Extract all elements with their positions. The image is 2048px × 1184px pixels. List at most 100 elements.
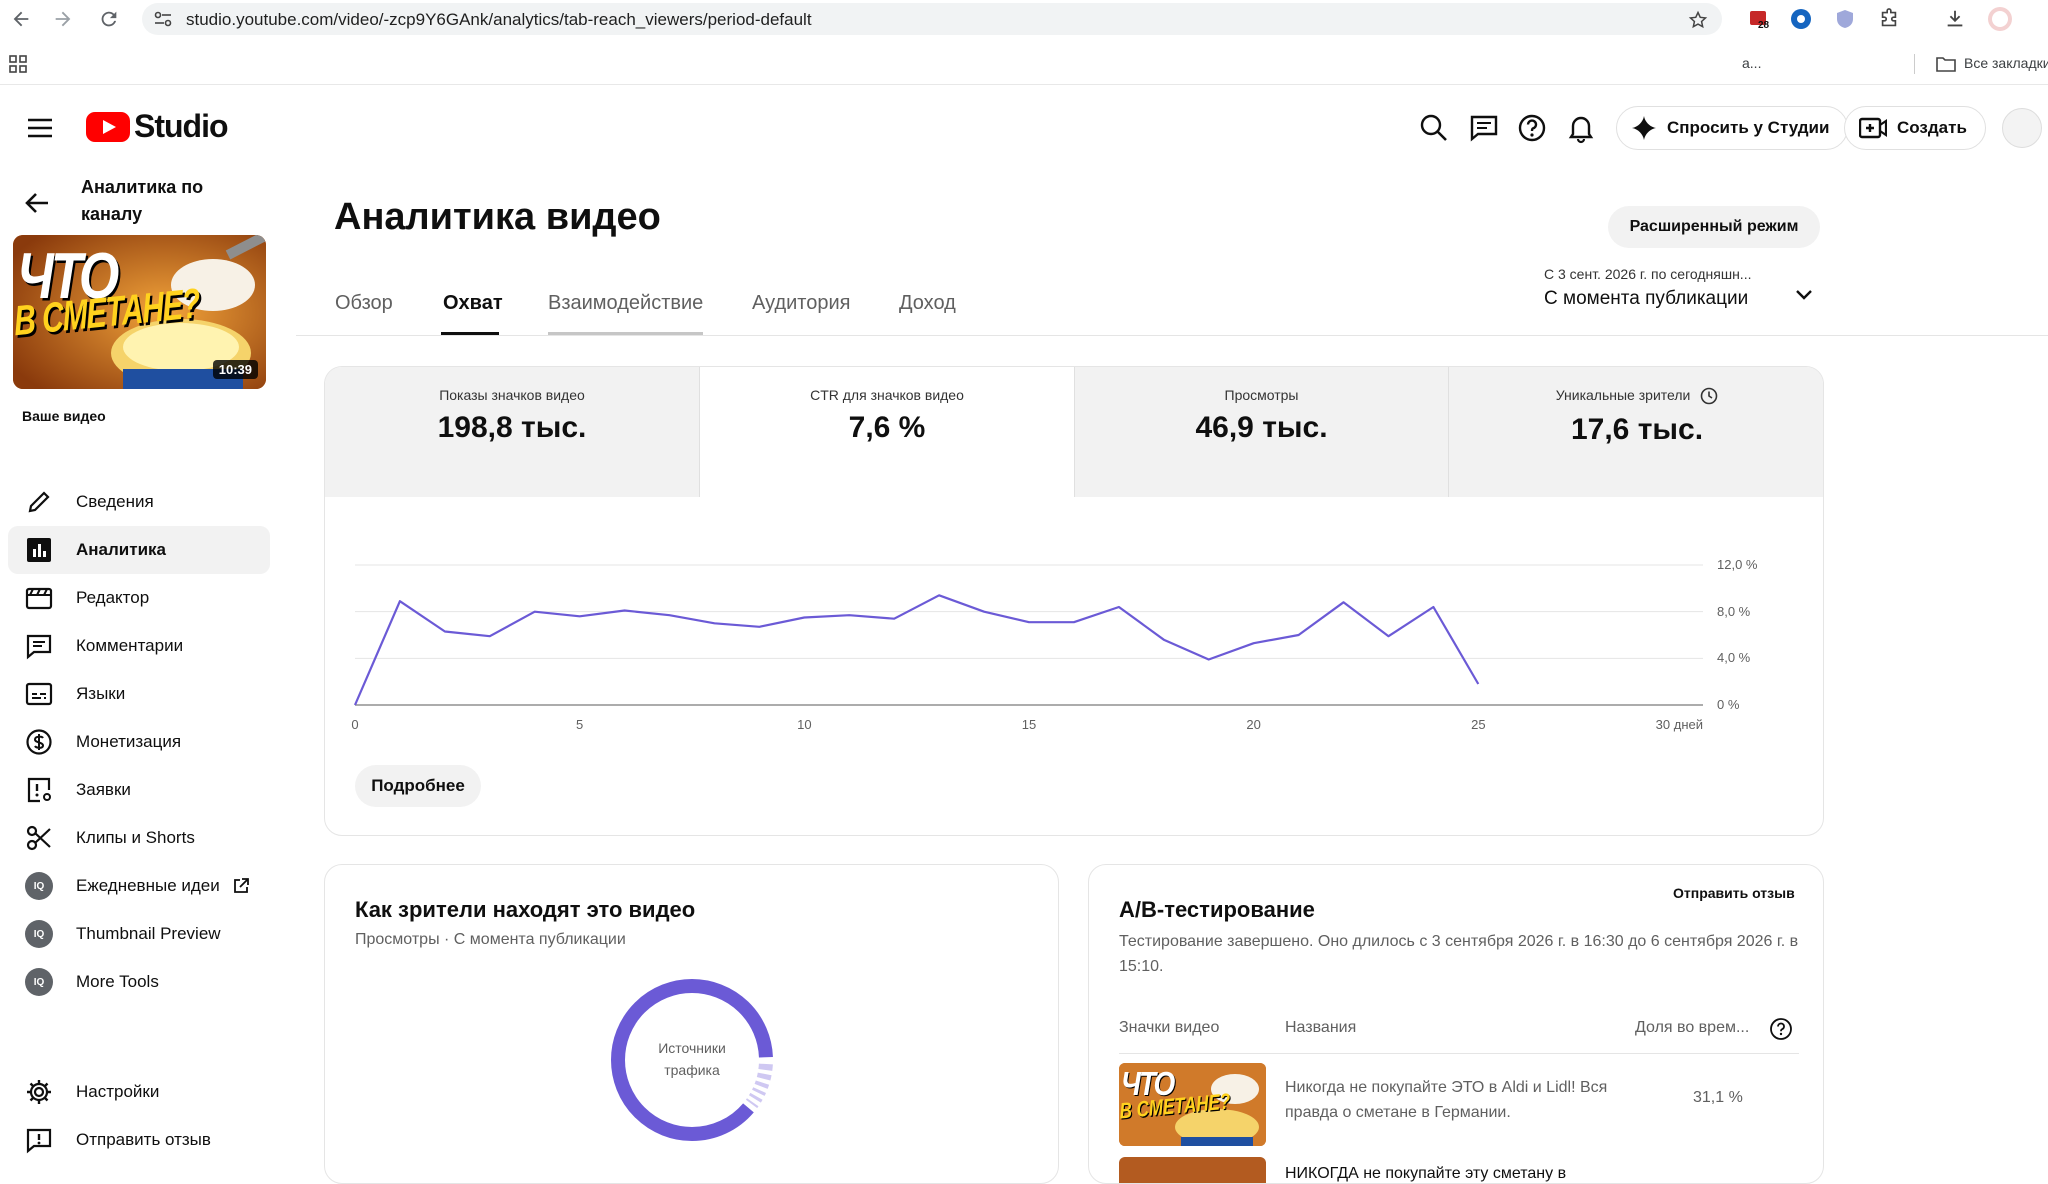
donut-center-label: Источники трафика — [658, 1040, 726, 1078]
col-header-share[interactable]: Доля во врем... — [1635, 1019, 1749, 1037]
traffic-subtitle: Просмотры · С момента публикации — [355, 931, 626, 948]
table-row[interactable]: ЧТО В СМЕТАНЕ? Никогда не покупайте ЭТО … — [1119, 1063, 1799, 1147]
messages-icon[interactable] — [1468, 112, 1500, 144]
notifications-bell-icon[interactable] — [1565, 112, 1597, 144]
page-title: Аналитика видео — [334, 196, 661, 238]
all-bookmarks-link[interactable]: Все закладки — [1964, 55, 2048, 71]
back-to-channel-icon[interactable] — [22, 188, 52, 218]
extension-badge-text: IQ — [25, 872, 53, 900]
sidebar-item-details[interactable]: Сведения — [8, 478, 270, 526]
y-tick-label: 0 % — [1717, 697, 1740, 712]
extension-badge-count: 28 — [1758, 20, 1770, 31]
extension-icon[interactable] — [1790, 8, 1812, 30]
extension-badge-icon: IQ — [24, 871, 54, 901]
help-icon[interactable] — [1769, 1017, 1793, 1041]
studio-logo-text: Studio — [134, 108, 229, 144]
url-text: studio.youtube.com/video/-zcp9Y6GAnk/ana… — [186, 10, 812, 29]
analytics-icon — [24, 535, 54, 565]
sidebar-item-more-tools[interactable]: IQ More Tools — [8, 958, 270, 1006]
sidebar-item-label: Языки — [76, 684, 126, 703]
variant-title: Никогда не покупайте ЭТО в Aldi и Lidl! … — [1285, 1079, 1608, 1121]
help-icon[interactable] — [1516, 112, 1548, 144]
apps-grid-icon[interactable] — [8, 54, 28, 74]
table-row[interactable]: НИКОГДА не покупайте эту сметану в — [1119, 1157, 1799, 1183]
sidebar-item-thumbnail-preview[interactable]: IQ Thumbnail Preview — [8, 910, 270, 958]
folder-icon — [1936, 55, 1956, 73]
studio-header: Studio Спросить у Студии Создать — [0, 88, 2048, 168]
tab-revenue[interactable]: Доход — [899, 292, 956, 315]
more-details-button[interactable]: Подробнее — [355, 765, 481, 807]
y-tick-label: 8,0 % — [1717, 603, 1751, 619]
tab-reach[interactable]: Охват — [443, 292, 503, 315]
tab-engagement[interactable]: Взаимодействие — [548, 292, 703, 315]
tab-audience[interactable]: Аудитория — [752, 292, 850, 315]
advanced-mode-button[interactable]: Расширенный режим — [1608, 206, 1820, 248]
sidebar-item-label: Thumbnail Preview — [76, 924, 221, 943]
account-avatar[interactable] — [2002, 108, 2042, 148]
site-settings-icon[interactable] — [154, 11, 172, 27]
sidebar-item-label: Отправить отзыв — [76, 1130, 211, 1149]
sidebar-item-label: Комментарии — [76, 636, 184, 655]
extension-badge-icon: IQ — [24, 967, 54, 997]
studio-logo[interactable]: Studio — [86, 108, 229, 145]
reload-icon[interactable] — [98, 8, 120, 30]
scissors-icon — [24, 823, 54, 853]
bookmark-item[interactable]: а... — [1742, 55, 1761, 71]
x-tick-label: 30 дней — [1655, 717, 1703, 732]
youtube-logo-icon — [86, 111, 130, 142]
bookmark-star-icon[interactable] — [1688, 10, 1708, 30]
address-bar[interactable]: studio.youtube.com/video/-zcp9Y6GAnk/ana… — [142, 3, 1722, 35]
x-tick-label: 25 — [1471, 717, 1486, 732]
x-tick-label: 10 — [797, 717, 812, 732]
sidebar-item-daily-ideas[interactable]: IQ Ежедневные идеи — [8, 862, 270, 910]
ask-studio-button[interactable]: Спросить у Студии — [1616, 106, 1849, 150]
sidebar-item-languages[interactable]: Языки — [8, 670, 270, 718]
period-selector[interactable]: С 3 сент. 2026 г. по сегодняшн... С моме… — [1544, 266, 1814, 316]
create-video-icon — [1859, 117, 1887, 139]
profile-avatar[interactable] — [1986, 5, 2014, 33]
puzzle-icon[interactable] — [1878, 8, 1900, 30]
create-button[interactable]: Создать — [1844, 106, 1986, 150]
sidebar-item-analytics[interactable]: Аналитика — [8, 526, 270, 574]
sidebar-item-send-feedback[interactable]: Отправить отзыв — [8, 1116, 270, 1164]
external-link-icon — [232, 877, 250, 895]
sidebar-item-comments[interactable]: Комментарии — [8, 622, 270, 670]
video-thumbnail[interactable]: ЧТО В СМЕТАНЕ? 10:39 — [13, 235, 266, 389]
shield-icon[interactable] — [1834, 8, 1856, 30]
tab-overview[interactable]: Обзор — [335, 292, 393, 315]
forward-arrow-icon[interactable] — [52, 8, 74, 30]
sidebar-item-label: Сведения — [76, 492, 154, 511]
y-tick-label: 12,0 % — [1717, 557, 1758, 572]
extension-badge-text: IQ — [25, 920, 53, 948]
sidebar-item-label: Редактор — [76, 588, 150, 607]
back-arrow-icon[interactable] — [10, 8, 32, 30]
period-range: С 3 сент. 2026 г. по сегодняшн... — [1544, 266, 1752, 282]
sidebar-item-editor[interactable]: Редактор — [8, 574, 270, 622]
download-icon[interactable] — [1944, 8, 1966, 30]
sidebar-item-clips-shorts[interactable]: Клипы и Shorts — [8, 814, 270, 862]
search-icon[interactable] — [1418, 112, 1450, 144]
extension-icon[interactable]: 28 — [1748, 8, 1770, 31]
ab-feedback-link[interactable]: Отправить отзыв — [1673, 885, 1795, 901]
sidebar-item-label: More Tools — [76, 972, 159, 991]
traffic-title: Как зрители находят это видео — [355, 897, 696, 922]
sidebar-item-claims[interactable]: Заявки — [8, 766, 270, 814]
traffic-sources-card: Как зрители находят это видео Просмотры … — [324, 864, 1059, 1184]
sidebar-item-monetization[interactable]: Монетизация — [8, 718, 270, 766]
browser-toolbar: studio.youtube.com/video/-zcp9Y6GAnk/ana… — [0, 0, 2048, 38]
sidebar-item-settings[interactable]: Настройки — [8, 1068, 270, 1116]
sparkle-icon — [1632, 116, 1656, 140]
gear-icon — [24, 1077, 54, 1107]
col-header-thumbnails: Значки видео — [1119, 1019, 1220, 1036]
variant-thumbnail — [1119, 1157, 1266, 1183]
ab-title: A/B-тестирование — [1119, 897, 1315, 922]
reach-chart-card: Показы значков видео 198,8 тыс. CTR для … — [324, 366, 1824, 836]
channel-analytics-link[interactable]: Аналитика по каналу — [81, 174, 251, 228]
video-duration: 10:39 — [212, 360, 258, 379]
dollar-icon — [24, 727, 54, 757]
menu-icon[interactable] — [24, 112, 56, 144]
bookmarks-divider — [1914, 54, 1915, 74]
chevron-down-icon[interactable] — [1792, 282, 1816, 306]
sidebar: Аналитика по каналу ЧТО В СМЕТАНЕ? 10:39… — [0, 168, 280, 1167]
sidebar-item-label: Заявки — [76, 780, 131, 799]
